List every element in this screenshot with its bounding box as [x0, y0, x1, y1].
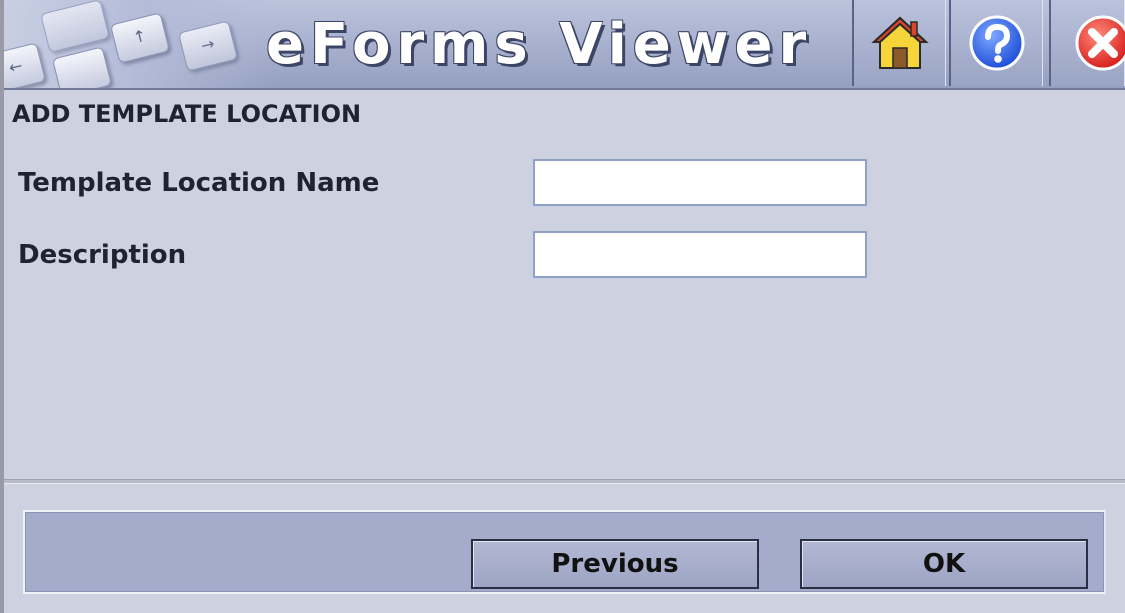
description-input[interactable]: [533, 231, 867, 278]
template-location-name-label: Template Location Name: [18, 168, 380, 198]
page-title: ADD TEMPLATE LOCATION: [12, 100, 362, 128]
ok-button[interactable]: OK: [800, 539, 1088, 589]
home-button[interactable]: [852, 0, 946, 86]
keyboard-key-right: →: [177, 20, 239, 72]
help-button[interactable]: [949, 0, 1043, 86]
keyboard-key: [40, 0, 110, 53]
keyboard-key-left: ←: [4, 42, 47, 88]
template-location-name-input[interactable]: [533, 159, 867, 206]
home-icon: [870, 16, 929, 69]
app-title: eForms Viewer: [266, 12, 813, 77]
keyboard-key: [51, 46, 113, 88]
section-divider: [4, 479, 1125, 484]
keyboard-key-up: ↑: [109, 12, 171, 64]
help-icon: [969, 15, 1024, 71]
keyboard-graphic: ← ↑ →: [4, 0, 274, 88]
close-icon: [1075, 15, 1125, 71]
close-button[interactable]: [1049, 0, 1125, 86]
app-header: ← ↑ → eForms Viewer: [4, 0, 1125, 90]
previous-button[interactable]: Previous: [471, 539, 759, 589]
eforms-viewer-window: ← ↑ → eForms Viewer ADD TEMPLATE LOCATIO…: [0, 0, 1125, 613]
description-label: Description: [18, 240, 187, 270]
